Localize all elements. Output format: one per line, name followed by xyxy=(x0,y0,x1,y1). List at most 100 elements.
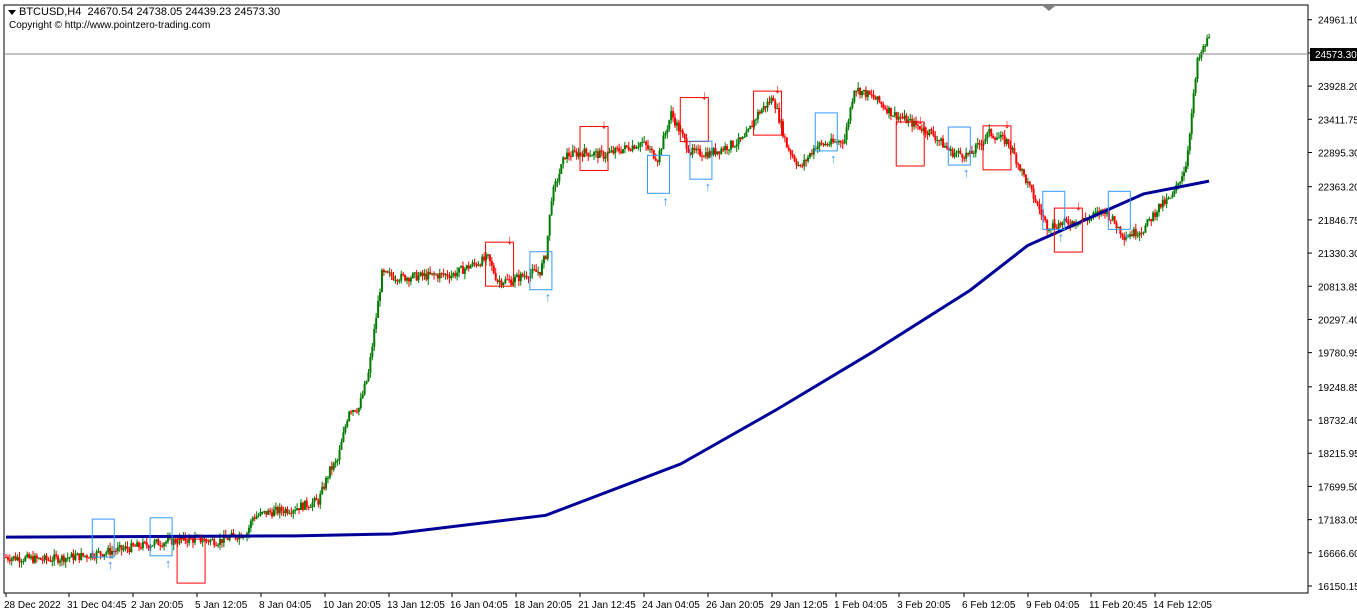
candle-body xyxy=(226,538,229,540)
candle-body xyxy=(481,256,484,266)
y-tick-label: 22895.30 xyxy=(1318,148,1357,159)
y-tick-label: 18732.40 xyxy=(1318,416,1357,427)
dropdown-triangle-icon[interactable] xyxy=(8,9,16,15)
candle-body xyxy=(309,507,312,509)
candle-body xyxy=(523,275,526,277)
candle-body xyxy=(691,147,694,155)
candle-body xyxy=(1184,166,1187,173)
candle-body xyxy=(371,346,374,358)
candle-body xyxy=(652,150,655,159)
candle-body xyxy=(340,441,343,450)
candle-body xyxy=(886,108,889,114)
candle-body xyxy=(515,274,518,277)
candle-body xyxy=(417,275,420,281)
candle-body xyxy=(496,279,499,283)
x-tick-label: 13 Jan 12:05 xyxy=(387,600,445,611)
symbol-label: BTCUSD,H4 xyxy=(19,6,82,18)
candle-body xyxy=(328,466,331,478)
candle-body xyxy=(296,508,299,511)
candle-body xyxy=(1001,134,1004,136)
candle-body xyxy=(469,265,472,269)
x-tick-label: 24 Jan 04:05 xyxy=(642,600,700,611)
candle-body xyxy=(498,280,501,283)
y-tick-label: 16150.15 xyxy=(1318,582,1357,593)
candle-body xyxy=(901,117,904,119)
candle-body xyxy=(621,149,624,153)
candle-body xyxy=(629,149,632,151)
candle-body xyxy=(575,151,578,157)
candle-body xyxy=(951,149,954,157)
candle-body xyxy=(994,137,997,140)
candle-body xyxy=(822,143,825,146)
y-tick-label: 21846.75 xyxy=(1318,216,1357,227)
candle-body xyxy=(319,493,322,505)
candle-body xyxy=(1206,38,1209,47)
candle-body xyxy=(963,157,966,159)
candle-body xyxy=(5,557,7,559)
candle-body xyxy=(1150,219,1153,222)
candle-body xyxy=(263,511,266,513)
candle-body xyxy=(463,268,466,274)
candle-body xyxy=(535,269,538,272)
candle-body xyxy=(357,407,360,412)
candle-body xyxy=(1136,235,1139,237)
candle-body xyxy=(754,119,757,121)
candle-body xyxy=(151,545,154,547)
candle-body xyxy=(670,111,673,121)
buy-arrow-icon: ↑ xyxy=(165,556,172,571)
candle-body xyxy=(348,411,351,421)
candle-body xyxy=(660,149,663,151)
candle-body xyxy=(830,138,833,145)
candle-body xyxy=(400,273,403,281)
candle-body xyxy=(6,557,9,560)
candle-body xyxy=(889,107,892,116)
candle-body xyxy=(1177,183,1180,186)
candle-body xyxy=(837,140,840,143)
candle-body xyxy=(321,486,324,494)
candle-body xyxy=(955,152,958,154)
candle-body xyxy=(1188,134,1191,151)
candle-body xyxy=(828,144,831,146)
candle-body xyxy=(581,154,584,157)
candle-body xyxy=(1192,93,1195,114)
candle-body xyxy=(211,539,214,541)
price-chart[interactable]: ↓↓↓↓↓↓↓↓↑↑↑↑↑↑↑↑↑ 24961.1024444.6523928.… xyxy=(0,0,1357,615)
y-tick-label: 19780.95 xyxy=(1318,349,1357,360)
candle-body xyxy=(504,279,507,283)
candle-body xyxy=(31,556,34,563)
candle-body xyxy=(219,538,222,545)
x-tick-label: 9 Feb 04:05 xyxy=(1026,600,1080,611)
candle-body xyxy=(600,150,603,152)
time-axis: 28 Dec 2022 31 Dec 04:45 2 Jan 20:05 5 Jan … xyxy=(4,593,1212,611)
candle-body xyxy=(278,507,281,514)
candle-body xyxy=(658,150,661,163)
candle-body xyxy=(596,151,599,158)
candle-body xyxy=(267,510,270,515)
y-tick-label: 17183.05 xyxy=(1318,516,1357,527)
candle-body xyxy=(174,538,177,543)
candle-body xyxy=(89,553,92,559)
candle-body xyxy=(702,156,705,158)
candle-body xyxy=(82,553,85,556)
candle-body xyxy=(58,560,61,563)
candle-body xyxy=(301,502,304,510)
y-tick-label: 23928.20 xyxy=(1318,82,1357,93)
candle-body xyxy=(477,264,480,266)
candle-body xyxy=(573,150,576,152)
candle-body xyxy=(907,119,910,124)
candle-body xyxy=(598,150,601,158)
candle-body xyxy=(990,128,993,137)
candle-body xyxy=(1015,153,1018,164)
candle-body xyxy=(461,266,464,274)
candle-body xyxy=(1163,199,1166,204)
candle-body xyxy=(942,138,945,148)
x-tick-label: 5 Jan 12:05 xyxy=(195,600,248,611)
candle-body xyxy=(1036,202,1039,204)
candle-body xyxy=(957,150,960,153)
candle-body xyxy=(205,539,208,541)
candle-body xyxy=(620,151,623,153)
candle-body xyxy=(970,150,973,154)
x-tick-label: 26 Jan 20:05 xyxy=(706,600,764,611)
candle-body xyxy=(359,398,362,408)
candle-body xyxy=(465,265,468,269)
